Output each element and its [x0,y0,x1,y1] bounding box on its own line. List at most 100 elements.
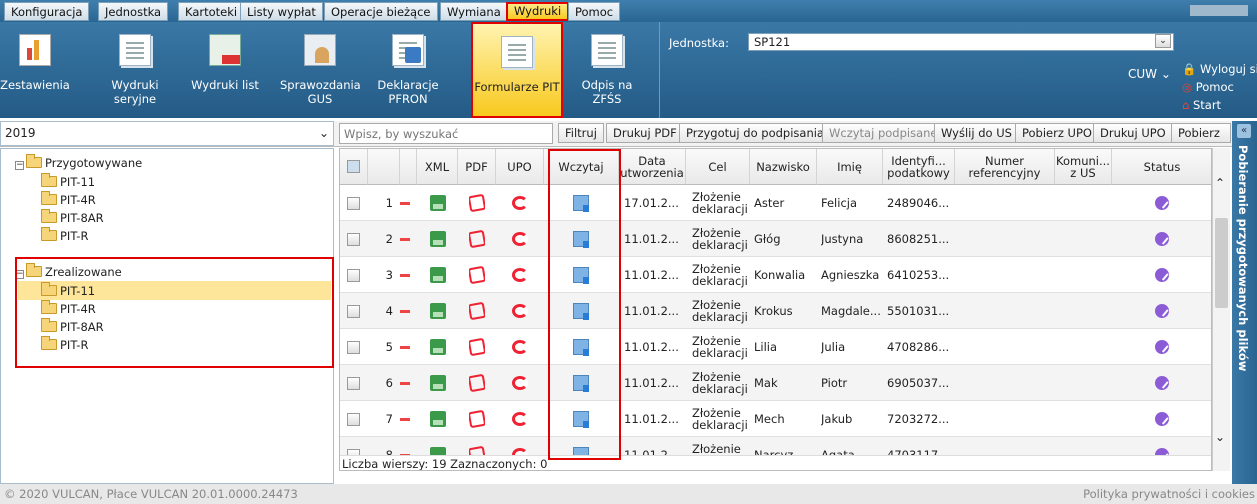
header-xml[interactable]: XML [417,149,458,185]
xml-icon[interactable] [430,221,446,257]
collapse-icon[interactable]: − [15,161,24,170]
header-status[interactable]: Status [1112,149,1211,185]
status-icon[interactable] [1155,185,1169,221]
table-row[interactable]: 3 11.01.2... Złożenie deklaracji Konwalia Ag… [340,257,1211,293]
chevron-down-icon[interactable]: ⌄ [1155,34,1171,48]
table-row[interactable]: 2 11.01.2... Złożenie deklaracji Głóg Justyn… [340,221,1211,257]
upo-icon[interactable] [512,365,528,401]
send-us-button[interactable]: Wyślij do US [934,123,1019,143]
year-select[interactable]: 2019 ⌄ [0,121,334,146]
print-upo-button[interactable]: Drukuj UPO [1093,123,1173,143]
xml-icon[interactable] [430,293,446,329]
pdf-icon[interactable] [469,221,485,257]
upo-icon[interactable] [512,257,528,293]
header-komunikat[interactable]: Komuni... z US [1055,149,1112,185]
tree-item-pit-8ar[interactable]: PIT-8AR [41,318,104,335]
xml-icon[interactable] [430,365,446,401]
header-pdf[interactable]: PDF [458,149,496,185]
menu-kartoteki[interactable]: Kartoteki [178,2,245,21]
start-link[interactable]: ⌂ Start [1182,98,1221,112]
table-row[interactable]: 5 11.01.2... Złożenie deklaracji Lilia Julia… [340,329,1211,365]
tree-group-zrealizowane[interactable]: − Zrealizowane [15,263,122,280]
prepare-sign-button[interactable]: Przygotuj do podpisania [679,123,831,143]
status-icon[interactable] [1155,221,1169,257]
load-icon[interactable] [573,365,589,401]
load-icon[interactable] [573,329,589,365]
load-icon[interactable] [573,185,589,221]
search-input[interactable] [339,123,553,144]
menu-operacje-biezace[interactable]: Operacje bieżące [324,2,438,21]
header-numer-ref[interactable]: Numer referencyjny [955,149,1055,185]
menu-wymiana[interactable]: Wymiana [440,2,508,21]
row-checkbox[interactable] [347,365,360,401]
pdf-icon[interactable] [469,257,485,293]
pdf-icon[interactable] [469,365,485,401]
row-checkbox[interactable] [347,329,360,365]
scroll-thumb[interactable] [1215,218,1228,308]
help-link[interactable]: ◎ Pomoc [1182,80,1234,94]
menu-jednostka[interactable]: Jednostka [98,2,169,21]
pdf-icon[interactable] [469,401,485,437]
header-upo[interactable]: UPO [496,149,544,185]
menu-wydruki[interactable]: Wydruki [506,2,570,21]
ribbon-deklaracje-pfron[interactable]: Deklaracje PFRON [368,22,448,118]
row-checkbox[interactable] [347,257,360,293]
header-identyfikator[interactable]: Identyfi... podatkowy [883,149,955,185]
upo-icon[interactable] [512,293,528,329]
header-imie[interactable]: Imię [817,149,883,185]
jednostka-select[interactable]: SP121 [748,33,1174,51]
tree-group-przygotowywane[interactable]: − Przygotowywane [15,154,142,171]
print-pdf-button[interactable]: Drukuj PDF [606,123,684,143]
pdf-icon[interactable] [469,329,485,365]
status-icon[interactable] [1155,257,1169,293]
ribbon-formularze-pit[interactable]: Formularze PIT [471,22,563,118]
header-select-all[interactable] [340,149,368,185]
download-button[interactable]: Pobierz [1171,123,1231,143]
table-row[interactable]: 6 11.01.2... Złożenie deklaracji Mak Piotr 69… [340,365,1211,401]
pdf-icon[interactable] [469,293,485,329]
header-cel[interactable]: Cel [686,149,750,185]
upo-icon[interactable] [512,221,528,257]
logout-link[interactable]: 🔒 Wyloguj się [1182,62,1257,76]
filter-button[interactable]: Filtruj [558,123,604,143]
row-checkbox[interactable] [347,293,360,329]
row-checkbox[interactable] [347,185,360,221]
load-icon[interactable] [573,221,589,257]
collapse-icon[interactable]: − [15,270,24,279]
table-row[interactable]: 7 11.01.2... Złożenie deklaracji Mech Jakub 7… [340,401,1211,437]
xml-icon[interactable] [430,185,446,221]
load-icon[interactable] [573,257,589,293]
tree-item-pit-8ar[interactable]: PIT-8AR [41,209,104,226]
chevron-up-icon[interactable]: ⌃ [1215,176,1225,190]
header-wczytaj[interactable]: Wczytaj [544,149,619,185]
side-panel[interactable]: « Pobieranie przygotowanych plików [1232,121,1257,484]
status-icon[interactable] [1155,401,1169,437]
xml-icon[interactable] [430,329,446,365]
load-signed-button[interactable]: Wczytaj podpisane [822,123,945,143]
table-row[interactable]: 1 17.01.2... Złożenie deklaracji Aster Felic… [340,185,1211,221]
menu-listy-wyplat[interactable]: Listy wypłat [240,2,323,21]
status-icon[interactable] [1155,329,1169,365]
tree-item-pit-r[interactable]: PIT-R [41,336,88,353]
xml-icon[interactable] [430,257,446,293]
tree-item-pit-r[interactable]: PIT-R [41,227,88,244]
table-row[interactable]: 4 11.01.2... Złożenie deklaracji Krokus Magd… [340,293,1211,329]
tree-item-pit-4r[interactable]: PIT-4R [41,191,96,208]
get-upo-button[interactable]: Pobierz UPO [1015,123,1099,143]
vertical-scrollbar[interactable]: ⌃ ⌄ [1212,148,1230,471]
ribbon-wydruki-seryjne[interactable]: Wydruki seryjne [100,22,170,118]
ribbon-sprawozdania-gus[interactable]: Sprawozdania GUS [280,22,361,118]
tree-item-pit-11-selected[interactable]: PIT-11 [41,282,95,299]
cuw-menu[interactable]: CUW ⌄ [1128,67,1171,81]
chevron-down-icon[interactable]: ⌄ [1215,430,1225,444]
upo-icon[interactable] [512,329,528,365]
header-data[interactable]: Data utworzenia [619,149,686,185]
header-nazwisko[interactable]: Nazwisko [750,149,817,185]
ribbon-zestawienia[interactable]: Zestawienia [0,22,70,118]
ribbon-wydruki-list[interactable]: Wydruki list [185,22,265,118]
status-icon[interactable] [1155,365,1169,401]
row-checkbox[interactable] [347,221,360,257]
load-icon[interactable] [573,401,589,437]
upo-icon[interactable] [512,185,528,221]
load-icon[interactable] [573,293,589,329]
